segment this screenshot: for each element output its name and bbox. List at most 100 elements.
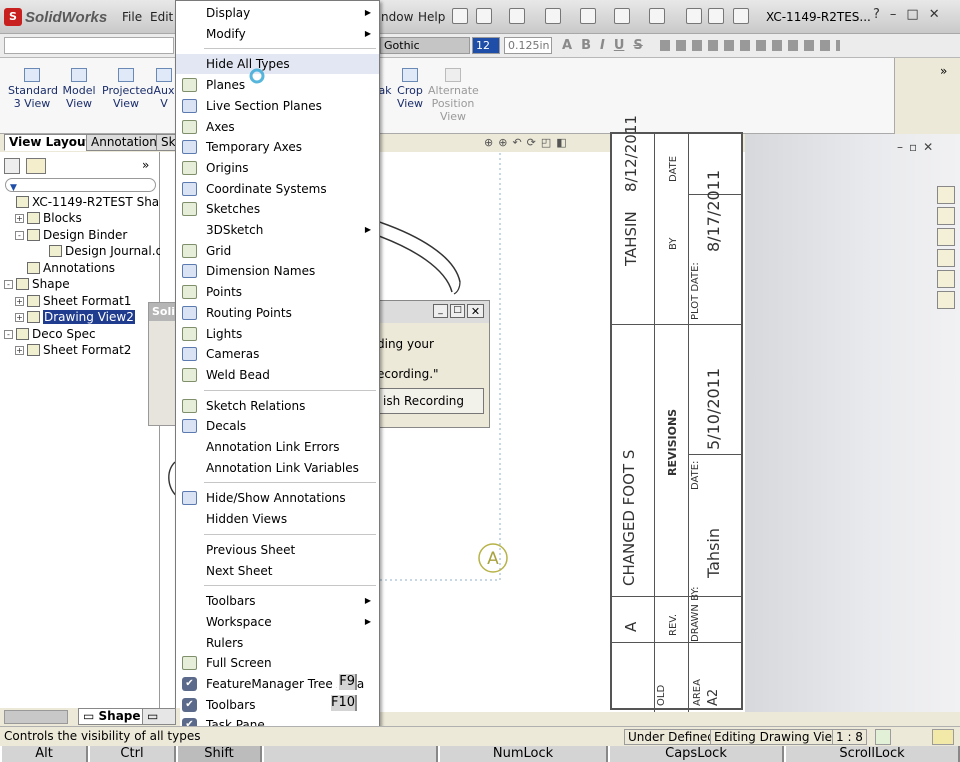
italic-button[interactable]: I (600, 38, 605, 53)
menu-item[interactable]: Hidden Views (176, 509, 379, 529)
collapse-icon[interactable]: - (4, 279, 13, 289)
menu-item[interactable]: Lights (176, 324, 379, 344)
crop-view-button[interactable]: Crop View (392, 68, 428, 110)
feature-tree-icon[interactable] (4, 158, 20, 174)
minimize-icon[interactable]: – (890, 7, 897, 22)
menu-edit[interactable]: Edit (150, 10, 173, 24)
sheet-scale[interactable]: 1 : 8 (832, 729, 867, 745)
tree-item[interactable]: Design Journal.doc (37, 243, 177, 259)
model-view-button[interactable]: Model View (55, 68, 103, 110)
tab-view-layout[interactable]: View Layout (4, 134, 97, 151)
quick-tips-icon[interactable] (875, 729, 891, 745)
menu-item[interactable]: Rulers (176, 633, 379, 653)
canvas-close-icon[interactable]: ✕ (923, 140, 933, 154)
tree-item[interactable]: - Deco Spec (4, 326, 96, 342)
hide-show-items-icon[interactable]: ◧ (556, 136, 566, 149)
tree-filter-input[interactable]: ▼ (5, 178, 156, 193)
options-icon[interactable] (708, 8, 724, 24)
file-explorer-icon[interactable] (937, 228, 955, 246)
menu-item[interactable]: Previous Sheet (176, 540, 379, 560)
auxiliary-view-button[interactable]: Aux V (152, 68, 176, 110)
tree-item[interactable]: Annotations (15, 260, 115, 276)
menu-item[interactable]: Origins (176, 158, 379, 178)
display-style-icon[interactable]: ◰ (541, 136, 551, 149)
save-icon[interactable] (545, 8, 561, 24)
menu-item[interactable]: Annotation Link Errors (176, 437, 379, 457)
design-library-icon[interactable] (937, 207, 955, 225)
zoom-to-fit-icon[interactable]: ⊕ (484, 136, 493, 149)
menu-item[interactable]: Next Sheet (176, 561, 379, 581)
tree-item[interactable]: - Shape (4, 276, 70, 292)
menu-help[interactable]: Help (418, 10, 445, 24)
expand-panel-icon[interactable]: » (142, 158, 149, 172)
print-icon[interactable] (580, 8, 596, 24)
menu-item[interactable]: Display ▶ (176, 3, 379, 23)
tab-annotation[interactable]: Annotation (86, 134, 162, 151)
dialog-close-icon[interactable]: ✕ (467, 304, 484, 318)
balloon-annotation[interactable]: A (477, 542, 511, 576)
menu-item[interactable]: Annotation Link Variables (176, 458, 379, 478)
previous-view-icon[interactable]: ↶ (512, 136, 521, 149)
view-palette-icon[interactable] (937, 249, 955, 267)
menu-item[interactable]: Modify ▶ (176, 24, 379, 44)
rebuild-status-icon[interactable] (932, 729, 954, 745)
collapse-icon[interactable]: - (4, 329, 13, 339)
menu-item[interactable]: ✔ FeatureManager Tree Area F9 (176, 674, 379, 694)
custom-properties-icon[interactable] (937, 291, 955, 309)
sheet-tab-deco[interactable]: ▭ De (142, 708, 176, 725)
app-logo[interactable]: S SolidWorks (4, 6, 107, 28)
menu-item[interactable]: Hide All Types (176, 54, 379, 75)
menu-item[interactable]: 3DSketch ▶ (176, 220, 379, 240)
tree-item[interactable]: + Sheet Format2 (15, 342, 131, 358)
menu-item[interactable]: Sketch Relations (176, 396, 379, 416)
menu-item[interactable]: Hide/Show Annotations (176, 488, 379, 508)
menu-item[interactable]: Routing Points (176, 303, 379, 323)
menu-item[interactable]: Axes (176, 117, 379, 137)
zoom-area-icon[interactable]: ⊕ (498, 136, 507, 149)
resources-icon[interactable] (937, 186, 955, 204)
menu-item[interactable]: Weld Bead (176, 365, 379, 385)
menu-item[interactable]: Workspace ▶ (176, 612, 379, 632)
finish-recording-button[interactable]: ish Recording (376, 388, 484, 414)
dialog-maximize-icon[interactable]: □ (450, 304, 465, 318)
rotate-icon[interactable]: ⟳ (527, 136, 536, 149)
tree-item[interactable]: - Design Binder (15, 227, 127, 243)
appearances-icon[interactable] (937, 270, 955, 288)
sheet-navigation-arrows[interactable] (4, 710, 68, 724)
undo-icon[interactable] (614, 8, 630, 24)
menu-item[interactable]: Full Screen (176, 653, 379, 673)
menu-item[interactable]: Sketches (176, 199, 379, 219)
break-view-button[interactable]: ak (378, 68, 392, 97)
restore-icon[interactable]: □ (906, 7, 918, 22)
collapse-icon[interactable]: - (15, 230, 24, 240)
alignment-icons[interactable] (660, 40, 840, 51)
expand-icon[interactable]: + (15, 312, 24, 322)
menu-item[interactable]: Planes (176, 75, 379, 95)
new-document-icon[interactable] (476, 8, 492, 24)
bold-button[interactable]: B (581, 38, 591, 53)
customize-icon[interactable] (733, 8, 749, 24)
menu-item[interactable]: Coordinate Systems (176, 179, 379, 199)
expand-icon[interactable]: + (15, 345, 24, 355)
alternate-position-view-button[interactable]: Alternate Position View (428, 68, 479, 123)
select-icon[interactable] (649, 8, 665, 24)
text-size-button[interactable]: A (562, 38, 572, 53)
strikethrough-button[interactable]: S (633, 38, 642, 53)
canvas-minimize-icon[interactable]: – (897, 140, 903, 154)
menu-item[interactable]: Toolbars ▶ (176, 591, 379, 611)
rebuild-icon[interactable] (686, 8, 702, 24)
dialog-minimize-icon[interactable]: _ (433, 304, 448, 318)
close-icon[interactable]: ✕ (929, 7, 940, 22)
menu-window[interactable]: ndow (381, 10, 413, 24)
tree-item[interactable]: + Blocks (15, 210, 82, 226)
tree-item[interactable]: + Sheet Format1 (15, 293, 131, 309)
pin-icon[interactable] (452, 8, 468, 24)
menu-item[interactable]: Temporary Axes (176, 137, 379, 157)
tree-item[interactable]: + Drawing View2 (15, 309, 135, 325)
menu-item[interactable]: Grid (176, 241, 379, 261)
help-button[interactable]: ? (873, 7, 880, 22)
underline-button[interactable]: U (614, 38, 625, 53)
canvas-restore-icon[interactable]: ▫ (909, 140, 917, 154)
menu-item[interactable]: Points (176, 282, 379, 302)
expand-icon[interactable]: + (15, 296, 24, 306)
